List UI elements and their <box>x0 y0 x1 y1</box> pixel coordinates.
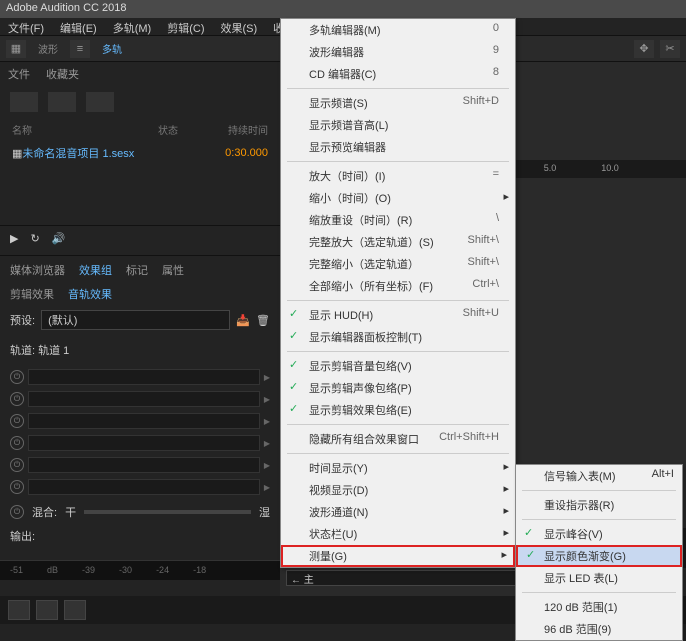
menu-clip-fx[interactable]: ✓显示剪辑效果包络(E) <box>281 399 515 421</box>
menu-measure[interactable]: 测量(G)▸ <box>281 545 515 567</box>
menu-cd-editor[interactable]: CD 编辑器(C)8 <box>281 63 515 85</box>
menu-edit[interactable]: 编辑(E) <box>52 18 105 35</box>
menu-pitch[interactable]: 显示频谱音高(L) <box>281 114 515 136</box>
sub-96db[interactable]: 96 dB 范围(9) <box>516 618 682 640</box>
waveform-icon[interactable]: ▦ <box>6 40 26 58</box>
power-icon[interactable]: ⏻ <box>10 480 24 494</box>
menu-preview[interactable]: 显示预览编辑器 <box>281 136 515 158</box>
subtab-clip-fx[interactable]: 剪辑效果 <box>10 286 54 302</box>
menu-video-display[interactable]: 视频显示(D)▸ <box>281 479 515 501</box>
delete-preset-icon[interactable]: 🗑 <box>256 314 270 327</box>
power-icon[interactable]: ⏻ <box>10 392 24 406</box>
preset-select[interactable]: (默认) <box>41 310 230 330</box>
markers-icon[interactable] <box>64 600 86 620</box>
view-dropdown: 多轨编辑器(M)0 波形编辑器9 CD 编辑器(C)8 显示频谱(S)Shift… <box>280 18 516 568</box>
menu-waveform-editor[interactable]: 波形编辑器9 <box>281 41 515 63</box>
tab-favorites[interactable]: 收藏夹 <box>46 66 79 82</box>
navigator-icon[interactable] <box>8 600 30 620</box>
menu-zoom-in[interactable]: 放大（时间）(I)= <box>281 165 515 187</box>
power-icon[interactable]: ⏻ <box>10 436 24 450</box>
menu-full-zoom-sel[interactable]: 完整放大（选定轨道）(S)Shift+\ <box>281 231 515 253</box>
file-item[interactable]: ▦ 未命名混音项目 1.sesx 0:30.000 <box>0 141 280 165</box>
effect-slot[interactable]: ⏻▶ <box>10 432 270 454</box>
loop-icon[interactable]: ↻ <box>30 232 39 245</box>
file-name: 未命名混音项目 1.sesx <box>22 145 208 161</box>
sub-led[interactable]: 显示 LED 表(L) <box>516 567 682 589</box>
tab-props[interactable]: 属性 <box>162 262 184 278</box>
open-file-button[interactable] <box>48 92 76 112</box>
title-bar: Adobe Audition CC 2018 <box>0 0 686 18</box>
measure-submenu: 信号输入表(M)Alt+I 重设指示器(R) ✓显示峰谷(V) ➔ ✓显示颜色渐… <box>515 464 683 641</box>
menu-wave-channel[interactable]: 波形通道(N)▸ <box>281 501 515 523</box>
sub-gradient[interactable]: ✓显示颜色渐变(G) <box>516 545 682 567</box>
left-panel: 文件 收藏夹 名称 状态 持续时间 ▦ 未命名混音项目 1.sesx 0:30.… <box>0 62 280 596</box>
tool-move-icon[interactable]: ✥ <box>634 40 654 58</box>
effect-slots: ⏻▶ ⏻▶ ⏻▶ ⏻▶ ⏻▶ ⏻▶ <box>10 366 270 498</box>
save-preset-icon[interactable]: 📥 <box>236 314 250 327</box>
menu-multitrack-editor[interactable]: 多轨编辑器(M)0 <box>281 19 515 41</box>
power-icon[interactable]: ⏻ <box>10 458 24 472</box>
menu-hide-groups[interactable]: 隐藏所有组合效果窗口Ctrl+Shift+H <box>281 428 515 450</box>
tab-media[interactable]: 媒体浏览器 <box>10 262 65 278</box>
menu-effects[interactable]: 效果(S) <box>213 18 266 35</box>
tab-markers[interactable]: 标记 <box>126 262 148 278</box>
menu-full-shrink-sel[interactable]: 完整缩小（选定轨道）Shift+\ <box>281 253 515 275</box>
power-icon[interactable]: ⏻ <box>10 414 24 428</box>
subtab-track-fx[interactable]: 音轨效果 <box>68 286 112 302</box>
file-list-header: 名称 状态 持续时间 <box>0 118 280 141</box>
menu-spectral[interactable]: 显示频谱(S)Shift+D <box>281 92 515 114</box>
multitrack-label[interactable]: 多轨 <box>96 39 128 58</box>
history-icon[interactable] <box>36 600 58 620</box>
menu-hud[interactable]: ✓显示 HUD(H)Shift+U <box>281 304 515 326</box>
menu-file[interactable]: 文件(F) <box>0 18 52 35</box>
tab-effects-group[interactable]: 效果组 <box>79 262 112 278</box>
menu-clip-vol[interactable]: ✓显示剪辑音量包络(V) <box>281 355 515 377</box>
sub-reset[interactable]: 重设指示器(R) <box>516 494 682 516</box>
effect-slot[interactable]: ⏻▶ <box>10 366 270 388</box>
effect-slot[interactable]: ⏻▶ <box>10 476 270 498</box>
header-status: 状态 <box>158 122 208 137</box>
multitrack-icon[interactable]: ≡ <box>70 40 90 58</box>
menu-clip-pan[interactable]: ✓显示剪辑声像包络(P) <box>281 377 515 399</box>
file-type-icon: ▦ <box>12 147 22 160</box>
menu-editor-panel[interactable]: ✓显示编辑器面板控制(T) <box>281 326 515 348</box>
power-icon[interactable]: ⏻ <box>10 370 24 384</box>
effect-slot[interactable]: ⏻▶ <box>10 454 270 476</box>
sub-valleys[interactable]: ✓显示峰谷(V) <box>516 523 682 545</box>
track-label: 轨道: 轨道 1 <box>10 338 270 362</box>
header-duration: 持续时间 <box>208 122 268 137</box>
mix-label: 混合: <box>32 504 57 520</box>
import-button[interactable] <box>86 92 114 112</box>
menu-clip[interactable]: 剪辑(C) <box>159 18 212 35</box>
effect-slot[interactable]: ⏻▶ <box>10 388 270 410</box>
menu-zoom-out[interactable]: 缩小（时间）(O)▸ <box>281 187 515 209</box>
waveform-label[interactable]: 波形 <box>32 39 64 58</box>
menu-time-display[interactable]: 时间显示(Y)▸ <box>281 457 515 479</box>
tool-razor-icon[interactable]: ✂ <box>660 40 680 58</box>
play-icon[interactable]: ▶ <box>10 232 18 245</box>
tab-files[interactable]: 文件 <box>8 66 30 82</box>
new-file-button[interactable] <box>10 92 38 112</box>
level-meter: -51 dB -39 -30 -24 -18 <box>0 560 280 580</box>
app-title: Adobe Audition CC 2018 <box>6 2 126 14</box>
sub-120db[interactable]: 120 dB 范围(1) <box>516 596 682 618</box>
output-select[interactable]: ← 主 <box>286 570 554 586</box>
mix-wet: 湿 <box>259 504 270 520</box>
menu-full-shrink-all[interactable]: 全部缩小（所有坐标）(F)Ctrl+\ <box>281 275 515 297</box>
menu-multitrack[interactable]: 多轨(M) <box>105 18 160 35</box>
sub-signal-input[interactable]: 信号输入表(M)Alt+I <box>516 465 682 487</box>
file-duration: 0:30.000 <box>208 147 268 159</box>
header-name: 名称 <box>12 122 158 137</box>
effect-slot[interactable]: ⏻▶ <box>10 410 270 432</box>
menu-zoom-reset[interactable]: 缩放重设（时间）(R)\ <box>281 209 515 231</box>
mix-dry: 干 <box>65 504 76 520</box>
mix-power-icon[interactable]: ⏻ <box>10 505 24 519</box>
output-label: 输出: <box>10 528 35 544</box>
volume-icon[interactable]: 🔊 <box>52 232 66 245</box>
preset-label: 预设: <box>10 312 35 328</box>
menu-status-bar[interactable]: 状态栏(U)▸ <box>281 523 515 545</box>
